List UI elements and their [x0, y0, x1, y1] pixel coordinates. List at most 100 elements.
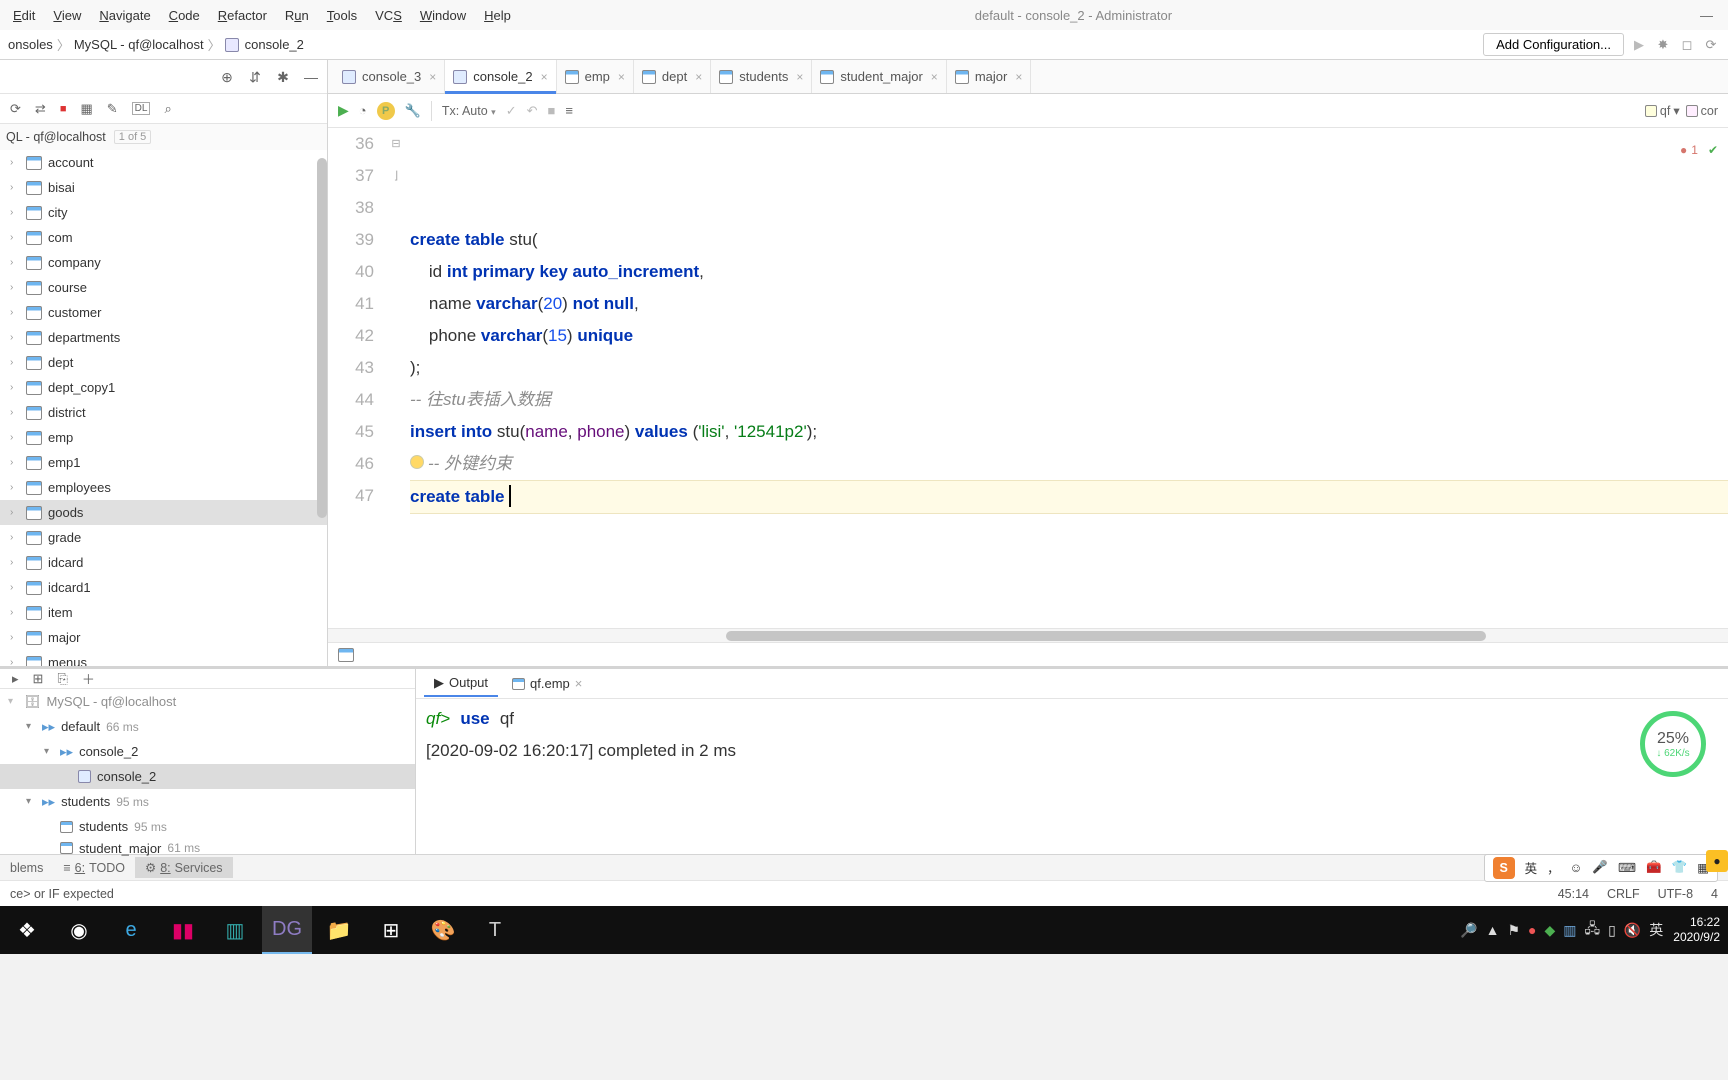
filter-icon[interactable]: ⌕	[164, 101, 171, 117]
services-tab-qfemp[interactable]: qf.emp ×	[502, 672, 592, 695]
table-row[interactable]: ›idcard	[0, 550, 327, 575]
chevron-right-icon[interactable]: ›	[10, 507, 20, 518]
chevron-right-icon[interactable]: ›	[10, 282, 20, 293]
debug-icon[interactable]: ✸	[1654, 36, 1672, 54]
reload-icon[interactable]: ⟳	[1702, 36, 1720, 54]
add-configuration-button[interactable]: Add Configuration...	[1483, 33, 1624, 56]
table-row[interactable]: ›city	[0, 200, 327, 225]
chevron-right-icon[interactable]: ›	[10, 457, 20, 468]
code-editor[interactable]: 363738394041424344454647 ⊟⌋ ●1 ✔ create …	[328, 128, 1728, 628]
chevron-right-icon[interactable]: ›	[10, 257, 20, 268]
table-row[interactable]: ›grade	[0, 525, 327, 550]
chevron-icon[interactable]: ▾	[44, 746, 54, 757]
table-row[interactable]: ›employees	[0, 475, 327, 500]
run-icon[interactable]: ▶	[1630, 36, 1648, 54]
schema-selector-more[interactable]: cor	[1686, 104, 1718, 118]
status-line-sep[interactable]: CRLF	[1607, 887, 1640, 901]
chevron-right-icon[interactable]: ›	[10, 407, 20, 418]
window-minimize-icon[interactable]: —	[1700, 8, 1713, 23]
editor-tab-student_major[interactable]: student_major×	[812, 60, 946, 93]
menu-view[interactable]: View	[45, 5, 89, 26]
svc-expand-icon[interactable]: ▸	[12, 671, 19, 687]
services-tree[interactable]: ▾🗄MySQL - qf@localhost▾▸▸default 66 ms▾▸…	[0, 689, 415, 857]
chevron-icon[interactable]: ▾	[8, 696, 18, 707]
services-tree-row[interactable]: students 95 ms	[0, 814, 415, 839]
ime-sogou-icon[interactable]: S	[1493, 857, 1515, 879]
menu-run[interactable]: Run	[277, 5, 317, 26]
table-row[interactable]: ›com	[0, 225, 327, 250]
table-row[interactable]: ›bisai	[0, 175, 327, 200]
ime-voice-icon[interactable]: 🎤	[1592, 860, 1608, 875]
editor-horizontal-scrollbar[interactable]	[328, 628, 1728, 642]
taskbar-app-8[interactable]: ⊞	[366, 906, 416, 954]
tab-close-icon[interactable]: ×	[929, 70, 938, 84]
services-tree-row[interactable]: ▾▸▸students 95 ms	[0, 789, 415, 814]
menu-edit[interactable]: EEditdit	[5, 5, 43, 26]
database-table-tree[interactable]: ›account›bisai›city›com›company›course›c…	[0, 150, 327, 666]
table-row[interactable]: ›emp	[0, 425, 327, 450]
menu-tools[interactable]: Tools	[319, 5, 365, 26]
edit-icon[interactable]: ✎	[107, 101, 118, 117]
table-row[interactable]: ›emp1	[0, 450, 327, 475]
taskbar-notepad[interactable]: T	[470, 906, 520, 954]
tray-shield-icon[interactable]: ◆	[1544, 922, 1555, 939]
chevron-right-icon[interactable]: ›	[10, 532, 20, 543]
stop-db-icon[interactable]: ■	[60, 103, 67, 115]
performance-badge[interactable]: 25% ↓ 62K/s	[1640, 711, 1706, 777]
breadcrumb-file[interactable]: console_2	[245, 37, 304, 52]
table-row[interactable]: ›dept_copy1	[0, 375, 327, 400]
tab-close-icon[interactable]: ×	[794, 70, 803, 84]
table-row[interactable]: ›company	[0, 250, 327, 275]
ime-skin-icon[interactable]: 👕	[1672, 860, 1688, 875]
commit-icon[interactable]: ✓	[506, 103, 517, 119]
table-row[interactable]: ›idcard1	[0, 575, 327, 600]
tray-record-icon[interactable]: ●	[1528, 922, 1536, 938]
taskbar-explorer[interactable]: 📁	[314, 906, 364, 954]
services-tree-row[interactable]: ▾🗄MySQL - qf@localhost	[0, 689, 415, 714]
toolwin-problems[interactable]: blems	[0, 858, 53, 878]
taskbar-app-5[interactable]: ▥	[210, 906, 260, 954]
console-output[interactable]: qf> use qf [2020-09-02 16:20:17] complet…	[416, 699, 1728, 854]
table-row[interactable]: ›major	[0, 625, 327, 650]
chevron-icon[interactable]: ▾	[26, 796, 36, 807]
services-tree-row[interactable]: console_2	[0, 764, 415, 789]
chevron-right-icon[interactable]: ›	[10, 332, 20, 343]
tab-close-icon[interactable]: ×	[616, 70, 625, 84]
ime-keyboard-icon[interactable]: ⌨	[1618, 860, 1636, 875]
chevron-right-icon[interactable]: ›	[10, 307, 20, 318]
tray-flag-icon[interactable]: ⚑	[1507, 922, 1520, 939]
chevron-right-icon[interactable]: ›	[10, 207, 20, 218]
wrench-icon[interactable]: 🔧	[405, 103, 421, 119]
chevron-right-icon[interactable]: ›	[10, 157, 20, 168]
taskbar-app-1[interactable]: ❖	[2, 906, 52, 954]
table-row[interactable]: ›customer	[0, 300, 327, 325]
taskbar-datagrip[interactable]: DG	[262, 906, 312, 954]
tx-mode-dropdown[interactable]: Tx: Auto ▾	[442, 104, 496, 118]
tray-network-icon[interactable]: 🖧	[1585, 918, 1601, 942]
taskbar-paint[interactable]: 🎨	[418, 906, 468, 954]
services-tree-row[interactable]: student_major 61 ms	[0, 839, 415, 857]
chevron-right-icon[interactable]: ›	[10, 182, 20, 193]
menu-refactor[interactable]: Refactor	[210, 5, 275, 26]
intention-bulb-icon[interactable]	[410, 455, 424, 469]
problems-indicator[interactable]: ●1 ✔	[1680, 134, 1718, 166]
ime-toolbox-icon[interactable]: 🧰	[1646, 860, 1662, 875]
ime-emoji-icon[interactable]: ☺	[1570, 861, 1583, 875]
tray-ime-lang[interactable]: 英	[1649, 920, 1663, 940]
chevron-right-icon[interactable]: ›	[10, 232, 20, 243]
chevron-right-icon[interactable]: ›	[10, 357, 20, 368]
table-row[interactable]: ›goods	[0, 500, 327, 525]
taskbar-app-4[interactable]: ▮▮	[158, 906, 208, 954]
table-row[interactable]: ›departments	[0, 325, 327, 350]
chevron-right-icon[interactable]: ›	[10, 582, 20, 593]
chevron-right-icon[interactable]: ›	[10, 482, 20, 493]
chevron-icon[interactable]: ▾	[26, 721, 36, 732]
toolwin-todo[interactable]: ≡ 6: TODO	[53, 858, 135, 878]
execute-icon[interactable]: ▶	[338, 102, 349, 119]
ddl-icon[interactable]: DL	[132, 102, 151, 115]
table-row[interactable]: ›course	[0, 275, 327, 300]
editor-tab-major[interactable]: major×	[947, 60, 1032, 93]
sync-icon[interactable]: ⇄	[35, 101, 46, 117]
taskbar-app-2[interactable]: ◉	[54, 906, 104, 954]
tray-search-icon[interactable]: 🔎	[1460, 922, 1477, 939]
